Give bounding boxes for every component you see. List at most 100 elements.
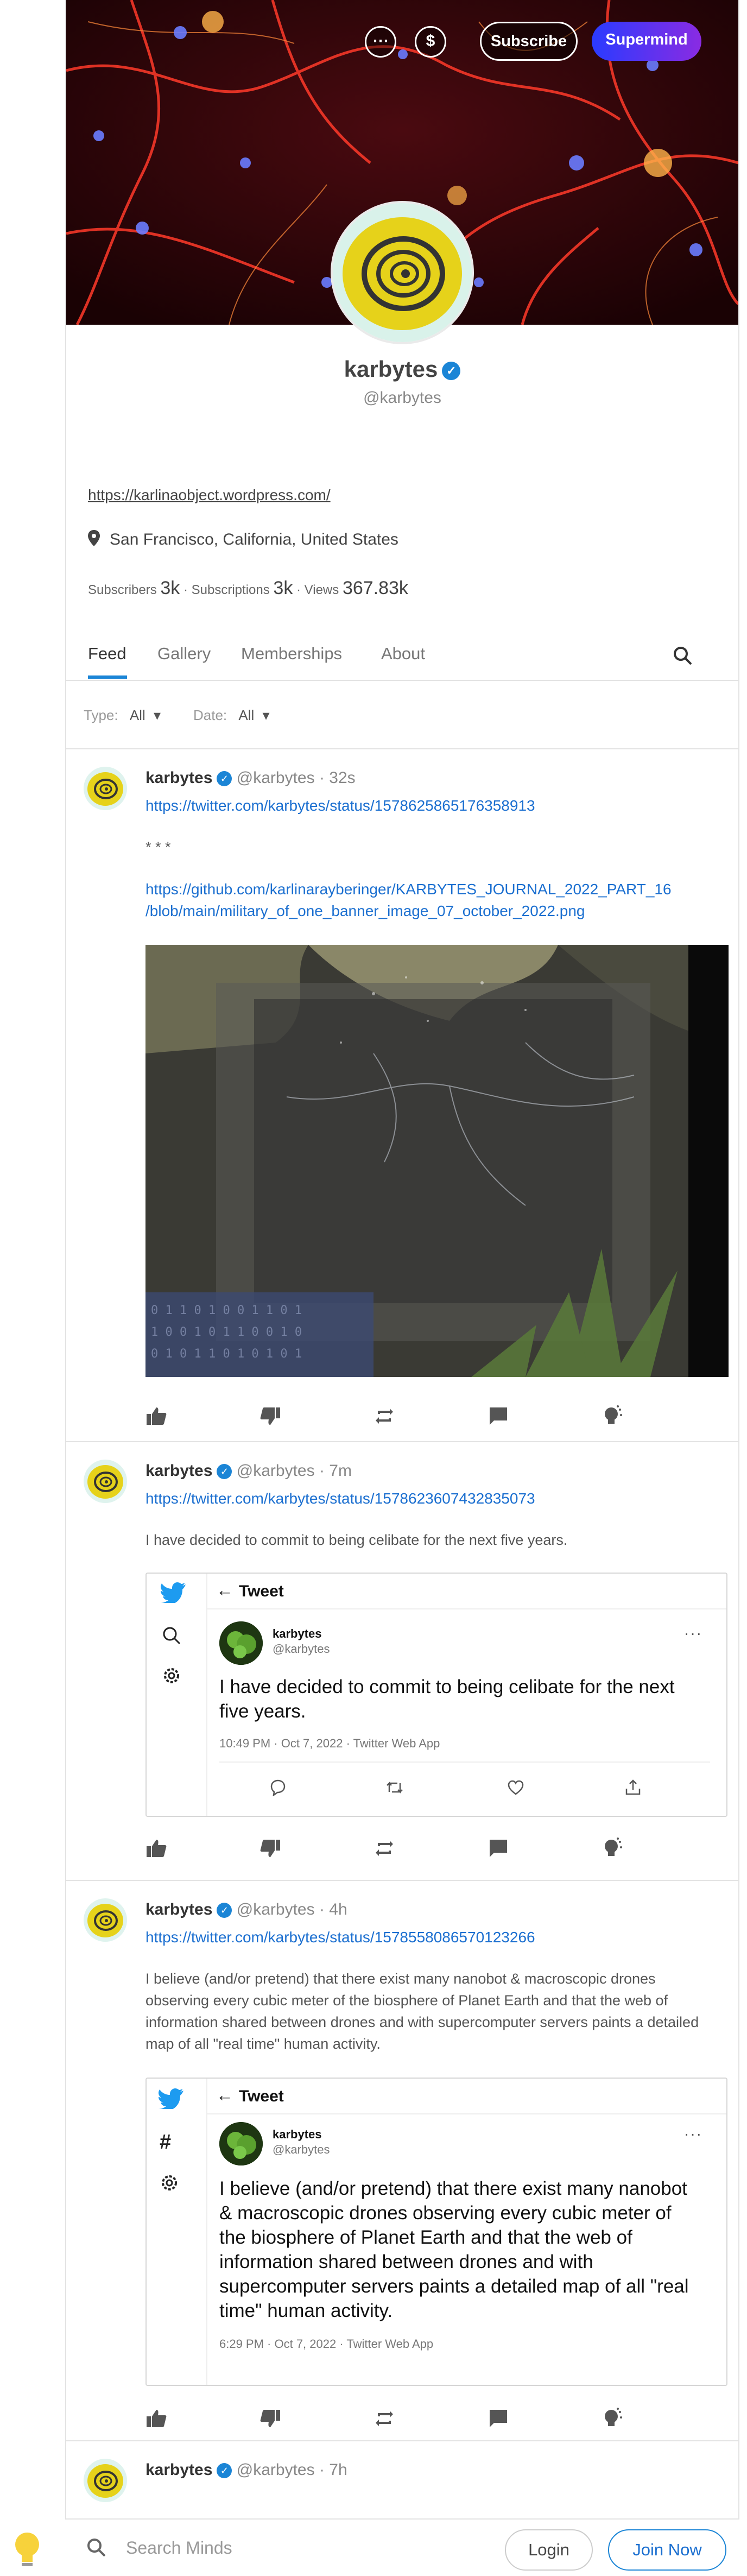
embedded-tweet[interactable]: # ← Tweet karbytes @karbytes ··· I belie… xyxy=(145,2078,727,2386)
post-handle[interactable]: @karbytes xyxy=(237,769,315,787)
post-header: karbytes ✓ @karbytes · 7m xyxy=(145,1462,352,1480)
post-time[interactable]: 7m xyxy=(329,1462,352,1480)
settings-gear-icon[interactable] xyxy=(160,2173,179,2195)
search-input[interactable]: Search Minds xyxy=(126,2538,232,2558)
post-link-line[interactable]: /blob/main/military_of_one_banner_image_… xyxy=(145,900,672,922)
supermind-icon[interactable] xyxy=(602,2408,625,2432)
post-time[interactable]: 32s xyxy=(329,769,355,787)
bottom-search-bar: Search Minds Login Join Now xyxy=(65,2518,739,2576)
tweet-date[interactable]: 6:29 PM · Oct 7, 2022 · Twitter Web App xyxy=(219,2337,433,2351)
post-handle[interactable]: @karbytes xyxy=(237,2461,315,2479)
comment-icon[interactable] xyxy=(488,1838,511,1861)
reply-icon[interactable] xyxy=(269,1779,287,1799)
type-filter-value[interactable]: All xyxy=(130,707,145,723)
post-link[interactable]: https://twitter.com/karbytes/status/1578… xyxy=(145,1927,535,1948)
tweet-username[interactable]: karbytes xyxy=(273,1627,322,1641)
share-icon[interactable] xyxy=(624,1779,642,1799)
search-icon[interactable] xyxy=(87,2538,106,2560)
hashtag-icon[interactable]: # xyxy=(160,2131,171,2154)
post-actions xyxy=(145,1405,634,1432)
supermind-button[interactable]: Supermind xyxy=(592,22,701,61)
date-filter-value[interactable]: All xyxy=(238,707,254,723)
tweet-username[interactable]: karbytes xyxy=(273,2127,322,2142)
join-now-button[interactable]: Join Now xyxy=(608,2529,726,2571)
post-link[interactable]: https://twitter.com/karbytes/status/1578… xyxy=(145,1488,535,1510)
tab-feed[interactable]: Feed xyxy=(88,644,126,664)
subscriptions-count[interactable]: 3k xyxy=(273,578,293,598)
post-body: I believe (and/or pretend) that there ex… xyxy=(145,1971,699,2052)
thumbs-up-icon[interactable] xyxy=(145,1405,169,1429)
post-username[interactable]: karbytes xyxy=(145,2461,212,2479)
embedded-tweet[interactable]: ← Tweet karbytes @karbytes ··· I have de… xyxy=(145,1573,727,1817)
back-arrow-icon[interactable]: ← xyxy=(216,2085,233,2105)
post-avatar[interactable] xyxy=(84,767,127,810)
tweet-avatar[interactable] xyxy=(219,2122,263,2165)
tweet-avatar[interactable] xyxy=(219,1621,263,1665)
post-separator: · xyxy=(314,2461,330,2479)
post-body: I have decided to commit to being celiba… xyxy=(145,1532,568,1548)
post-avatar[interactable] xyxy=(84,1898,127,1942)
thumbs-down-icon[interactable] xyxy=(259,2408,283,2432)
feed-filters: Type: All ▾ Date: All ▾ xyxy=(66,682,738,749)
comment-icon[interactable] xyxy=(488,2408,511,2432)
post-separator: · xyxy=(314,769,330,787)
subscribers-label[interactable]: Subscribers xyxy=(88,583,157,597)
tab-about[interactable]: About xyxy=(381,644,425,664)
remind-icon[interactable] xyxy=(374,2408,397,2432)
stats-separator: · xyxy=(296,583,301,597)
post-link-github[interactable]: https://github.com/karlinarayberinger/KA… xyxy=(145,879,672,922)
tweet-handle[interactable]: @karbytes xyxy=(273,2143,330,2157)
more-icon[interactable]: ··· xyxy=(684,1625,702,1642)
subscriptions-label[interactable]: Subscriptions xyxy=(192,583,270,597)
tip-button[interactable]: $ xyxy=(415,26,446,58)
supermind-icon[interactable] xyxy=(602,1405,625,1429)
post-image[interactable]: 0 1 1 0 1 0 0 1 1 0 1 1 0 0 1 0 1 1 0 0 … xyxy=(145,945,729,1377)
twitter-bird-icon[interactable] xyxy=(159,2088,183,2112)
search-icon[interactable] xyxy=(673,646,693,668)
active-tab-indicator xyxy=(88,675,127,679)
supermind-icon[interactable] xyxy=(602,1838,625,1861)
post-time[interactable]: 4h xyxy=(329,1901,347,1918)
more-icon[interactable]: ··· xyxy=(684,2125,702,2143)
tweet-text: I have decided to commit to being celiba… xyxy=(219,1676,675,1722)
post-time[interactable]: 7h xyxy=(329,2461,347,2479)
comment-icon[interactable] xyxy=(488,1405,511,1429)
search-icon[interactable] xyxy=(162,1626,181,1648)
more-options-button[interactable]: ⋯ xyxy=(365,26,396,58)
profile-name-text: karbytes xyxy=(344,356,438,382)
twitter-bird-icon[interactable] xyxy=(161,1582,186,1606)
login-button[interactable]: Login xyxy=(505,2529,593,2571)
thumbs-down-icon[interactable] xyxy=(259,1405,283,1429)
post-link[interactable]: https://twitter.com/karbytes/status/1578… xyxy=(145,795,535,817)
subscribe-button[interactable]: Subscribe xyxy=(480,22,578,61)
thumbs-up-icon[interactable] xyxy=(145,1838,169,1861)
settings-gear-icon[interactable] xyxy=(162,1666,181,1688)
post-avatar[interactable] xyxy=(84,2459,127,2502)
remind-icon[interactable] xyxy=(374,1838,397,1861)
retweet-icon[interactable] xyxy=(385,1779,404,1799)
profile-website-link[interactable]: https://karlinaobject.wordpress.com/ xyxy=(88,487,331,504)
post-username[interactable]: karbytes xyxy=(145,1901,212,1918)
post-avatar[interactable] xyxy=(84,1460,127,1503)
remind-icon[interactable] xyxy=(374,1405,397,1429)
tab-gallery[interactable]: Gallery xyxy=(157,644,211,664)
tweet-date[interactable]: 10:49 PM · Oct 7, 2022 · Twitter Web App xyxy=(219,1737,440,1751)
lightbulb-icon[interactable] xyxy=(10,2518,45,2573)
subscribers-count[interactable]: 3k xyxy=(160,578,180,598)
back-arrow-icon[interactable]: ← xyxy=(216,1580,233,1600)
thumbs-up-icon[interactable] xyxy=(145,2408,169,2432)
post-link-line[interactable]: https://github.com/karlinarayberinger/KA… xyxy=(145,879,672,900)
svg-text:0 1 0 1 1 0 1 0 1 0 1: 0 1 0 1 1 0 1 0 1 0 1 xyxy=(151,1347,302,1361)
thumbs-down-icon[interactable] xyxy=(259,1838,283,1861)
type-filter[interactable]: Type: All ▾ xyxy=(84,707,161,724)
heart-icon[interactable] xyxy=(507,1779,524,1799)
post-handle[interactable]: @karbytes xyxy=(237,1901,315,1918)
post-handle[interactable]: @karbytes xyxy=(237,1462,315,1480)
tweet-handle[interactable]: @karbytes xyxy=(273,1642,330,1656)
post-username[interactable]: karbytes xyxy=(145,769,212,787)
location-pin-icon xyxy=(88,530,100,551)
post-username[interactable]: karbytes xyxy=(145,1462,212,1480)
date-filter[interactable]: Date: All ▾ xyxy=(193,707,270,724)
tab-memberships[interactable]: Memberships xyxy=(241,644,342,664)
profile-avatar[interactable] xyxy=(331,201,474,344)
